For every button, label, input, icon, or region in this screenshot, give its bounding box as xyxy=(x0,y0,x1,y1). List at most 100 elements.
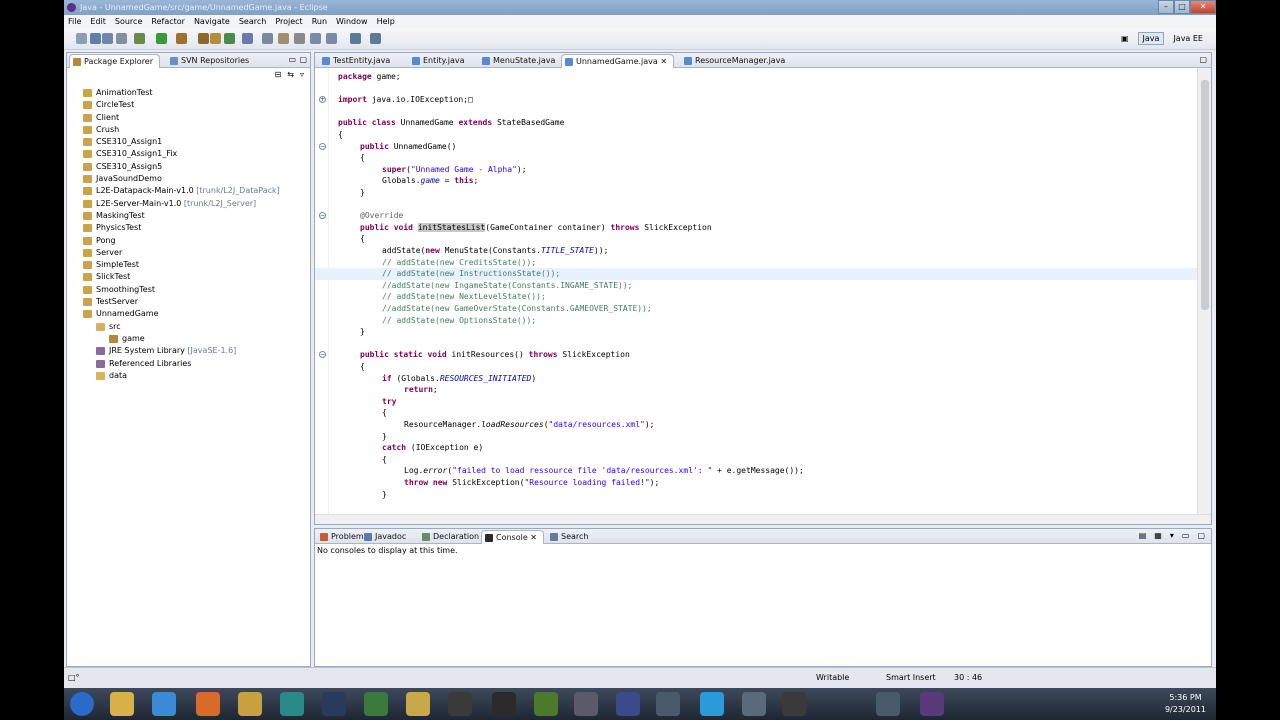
tree-item[interactable]: SmoothingTest xyxy=(67,284,310,296)
next-annotation-icon[interactable] xyxy=(310,33,321,44)
tab-javadoc[interactable]: Javadoc xyxy=(361,530,412,544)
new-package-icon[interactable] xyxy=(210,33,221,44)
open-perspective-icon[interactable]: ▣ xyxy=(1116,32,1134,45)
tree-item[interactable]: SimpleTest xyxy=(67,259,310,271)
collapse-all-icon[interactable]: ⊟ xyxy=(275,70,282,79)
maximize-view-icon[interactable]: ▢ xyxy=(299,55,307,64)
minecraft-icon[interactable] xyxy=(534,692,558,716)
vertical-scrollbar[interactable] xyxy=(1197,68,1211,514)
chrome-icon[interactable] xyxy=(364,692,388,716)
eve-icon[interactable] xyxy=(876,692,900,716)
display-console-icon[interactable]: ▤ xyxy=(1139,531,1147,540)
back-icon[interactable] xyxy=(350,33,361,44)
tree-item[interactable]: PhysicsTest xyxy=(67,222,310,234)
editor-tab[interactable]: MenuState.java xyxy=(479,54,561,68)
perspective-javaee[interactable]: Java EE xyxy=(1168,32,1208,45)
open-type-icon[interactable] xyxy=(242,33,253,44)
menu-help[interactable]: Help xyxy=(377,17,395,26)
annotation-icon[interactable] xyxy=(294,33,305,44)
minimize-view-icon[interactable]: ▭ xyxy=(288,55,296,64)
menu-window[interactable]: Window xyxy=(336,17,368,26)
search-icon[interactable] xyxy=(262,33,273,44)
explorer-icon[interactable] xyxy=(110,692,134,716)
close-tab-icon[interactable]: ✕ xyxy=(658,57,667,66)
view-menu-icon[interactable]: ▿ xyxy=(300,70,304,79)
folder-icon[interactable] xyxy=(406,692,430,716)
perspective-java[interactable]: Java xyxy=(1137,32,1165,45)
tree-item[interactable]: Server xyxy=(67,247,310,259)
tab-console[interactable]: Console ✕ xyxy=(481,530,545,544)
maximize-button[interactable]: □ xyxy=(1174,0,1190,14)
tree-item[interactable]: AnimationTest xyxy=(67,87,310,99)
tree-item[interactable]: src xyxy=(67,321,310,333)
tree-item[interactable]: data xyxy=(67,370,310,382)
editor-tab[interactable]: UnnamedGame.java ✕ xyxy=(561,54,675,68)
menu-navigate[interactable]: Navigate xyxy=(194,17,230,26)
tree-item[interactable]: Crush xyxy=(67,124,310,136)
menu-refactor[interactable]: Refactor xyxy=(151,17,185,26)
horizontal-scrollbar[interactable] xyxy=(315,514,1211,524)
tree-item[interactable]: L2E-Server-Main-v1.0 [trunk/L2J_Server] xyxy=(67,198,310,210)
editor-tab[interactable]: Entity.java xyxy=(409,54,471,68)
save-icon[interactable] xyxy=(90,33,101,44)
minimize-button[interactable]: – xyxy=(1158,0,1174,14)
tree-item[interactable]: SlickTest xyxy=(67,271,310,283)
close-button[interactable]: ✕ xyxy=(1190,0,1216,14)
tree-item[interactable]: CSE310_Assign1 xyxy=(67,136,310,148)
tab-declaration[interactable]: Declaration xyxy=(419,530,485,544)
app-icon[interactable] xyxy=(782,692,806,716)
new-icon[interactable] xyxy=(76,33,87,44)
maximize-editor-icon[interactable]: ▢ xyxy=(1199,55,1207,64)
menu-run[interactable]: Run xyxy=(312,17,327,26)
steam-icon[interactable] xyxy=(448,692,472,716)
tree-item[interactable]: Pong xyxy=(67,235,310,247)
maximize-view-icon[interactable]: ▢ xyxy=(1197,531,1205,540)
save-all-icon[interactable] xyxy=(102,33,113,44)
menu-edit[interactable]: Edit xyxy=(90,17,106,26)
tree-item[interactable]: MaskingTest xyxy=(67,210,310,222)
open-console-icon[interactable]: ▾ xyxy=(1170,531,1174,540)
start-orb-icon[interactable] xyxy=(70,692,94,716)
prev-annotation-icon[interactable] xyxy=(326,33,337,44)
tab-package-explorer[interactable]: Package Explorer xyxy=(69,54,161,68)
skype-icon[interactable] xyxy=(700,692,724,716)
tab-svn-repositories[interactable]: SVN Repositories xyxy=(167,54,255,68)
eclipse-icon[interactable] xyxy=(920,692,944,716)
new-class-icon[interactable] xyxy=(224,33,235,44)
close-tab-icon[interactable]: ✕ xyxy=(528,533,537,542)
print-icon[interactable] xyxy=(116,33,127,44)
menu-source[interactable]: Source xyxy=(115,17,142,26)
league-icon[interactable] xyxy=(616,692,640,716)
tree-item[interactable]: TestServer xyxy=(67,296,310,308)
app-icon[interactable] xyxy=(280,692,304,716)
tree-item[interactable]: L2E-Datapack-Main-v1.0 [trunk/L2J_DataPa… xyxy=(67,185,310,197)
menu-search[interactable]: Search xyxy=(239,17,266,26)
forward-icon[interactable] xyxy=(370,33,381,44)
tree-item[interactable]: CircleTest xyxy=(67,99,310,111)
new-java-project-icon[interactable] xyxy=(198,33,209,44)
toggle-mark-icon[interactable] xyxy=(278,33,289,44)
editor-tab[interactable]: TestEntity.java xyxy=(319,54,396,68)
tree-item[interactable]: Referenced Libraries xyxy=(67,358,310,370)
run-icon[interactable] xyxy=(156,33,167,44)
pin-console-icon[interactable]: ▦ xyxy=(1154,531,1162,540)
tree-item[interactable]: Client xyxy=(67,112,310,124)
firefox-icon[interactable] xyxy=(196,692,220,716)
app-icon[interactable] xyxy=(656,692,680,716)
app-icon[interactable] xyxy=(574,692,598,716)
internet-explorer-icon[interactable] xyxy=(152,692,176,716)
debug-icon[interactable] xyxy=(134,33,145,44)
menu-project[interactable]: Project xyxy=(275,17,302,26)
code-area[interactable]: package game; import java.io.IOException;… xyxy=(315,68,1197,514)
scroll-thumb[interactable] xyxy=(1201,80,1209,310)
editor-tab[interactable]: ResourceManager.java xyxy=(681,54,791,68)
tree-item[interactable]: game xyxy=(67,333,310,345)
link-editor-icon[interactable]: ⇆ xyxy=(287,70,294,79)
app-icon[interactable] xyxy=(742,692,766,716)
tree-item[interactable]: JRE System Library [JavaSE-1.6] xyxy=(67,345,310,357)
external-tools-icon[interactable] xyxy=(176,33,187,44)
menu-file[interactable]: File xyxy=(68,17,81,26)
aim-icon[interactable] xyxy=(492,692,516,716)
tree-item[interactable]: CSE310_Assign5 xyxy=(67,161,310,173)
photoshop-icon[interactable] xyxy=(322,692,346,716)
